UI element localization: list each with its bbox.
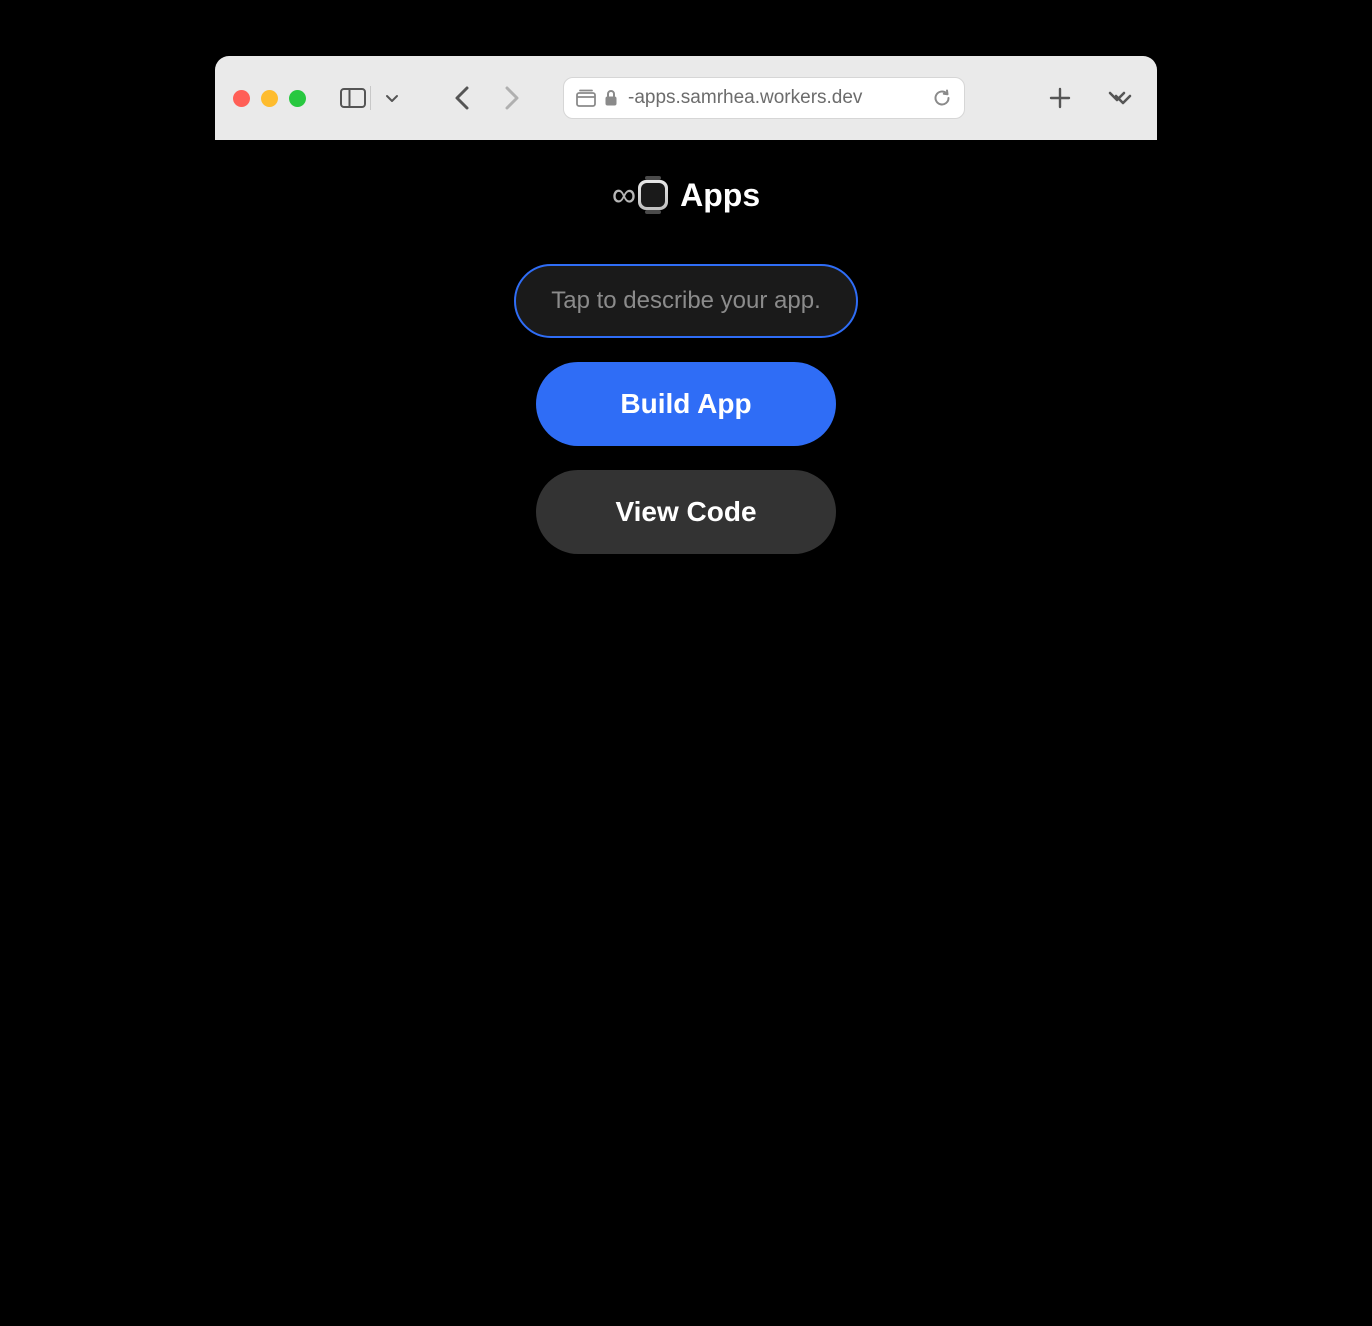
header-icons: ∞	[612, 176, 668, 214]
forward-button[interactable]	[493, 79, 531, 117]
describe-app-input[interactable]	[542, 287, 830, 315]
build-app-button[interactable]: Build App	[536, 362, 836, 446]
address-text: -apps.samrhea.workers.dev	[628, 87, 922, 109]
traffic-lights	[233, 90, 306, 107]
overflow-menu-button[interactable]	[1101, 79, 1139, 117]
page-title: Apps	[680, 177, 760, 214]
page-content: ∞ Apps Build App View Code	[215, 140, 1157, 956]
refresh-button[interactable]	[932, 88, 952, 108]
toolbar-divider	[370, 86, 371, 110]
lock-icon	[604, 89, 618, 107]
site-settings-icon[interactable]	[576, 89, 596, 107]
navigation-buttons	[443, 79, 531, 117]
browser-window: -apps.samrhea.workers.dev ∞	[215, 56, 1157, 956]
infinity-icon: ∞	[612, 178, 636, 212]
view-code-button[interactable]: View Code	[536, 470, 836, 554]
sidebar-toggle-button[interactable]	[334, 79, 372, 117]
tab-group-menu-button[interactable]	[373, 79, 411, 117]
page-header: ∞ Apps	[612, 176, 760, 214]
toolbar-right	[1041, 79, 1139, 117]
new-tab-button[interactable]	[1041, 79, 1079, 117]
close-window-button[interactable]	[233, 90, 250, 107]
fullscreen-window-button[interactable]	[289, 90, 306, 107]
minimize-window-button[interactable]	[261, 90, 278, 107]
browser-toolbar: -apps.samrhea.workers.dev	[215, 56, 1157, 140]
address-bar[interactable]: -apps.samrhea.workers.dev	[563, 77, 965, 119]
watch-icon	[638, 176, 668, 214]
sidebar-controls	[334, 79, 411, 117]
describe-app-input-wrapper[interactable]	[514, 264, 858, 338]
back-button[interactable]	[443, 79, 481, 117]
form-stack: Build App View Code	[514, 264, 858, 554]
